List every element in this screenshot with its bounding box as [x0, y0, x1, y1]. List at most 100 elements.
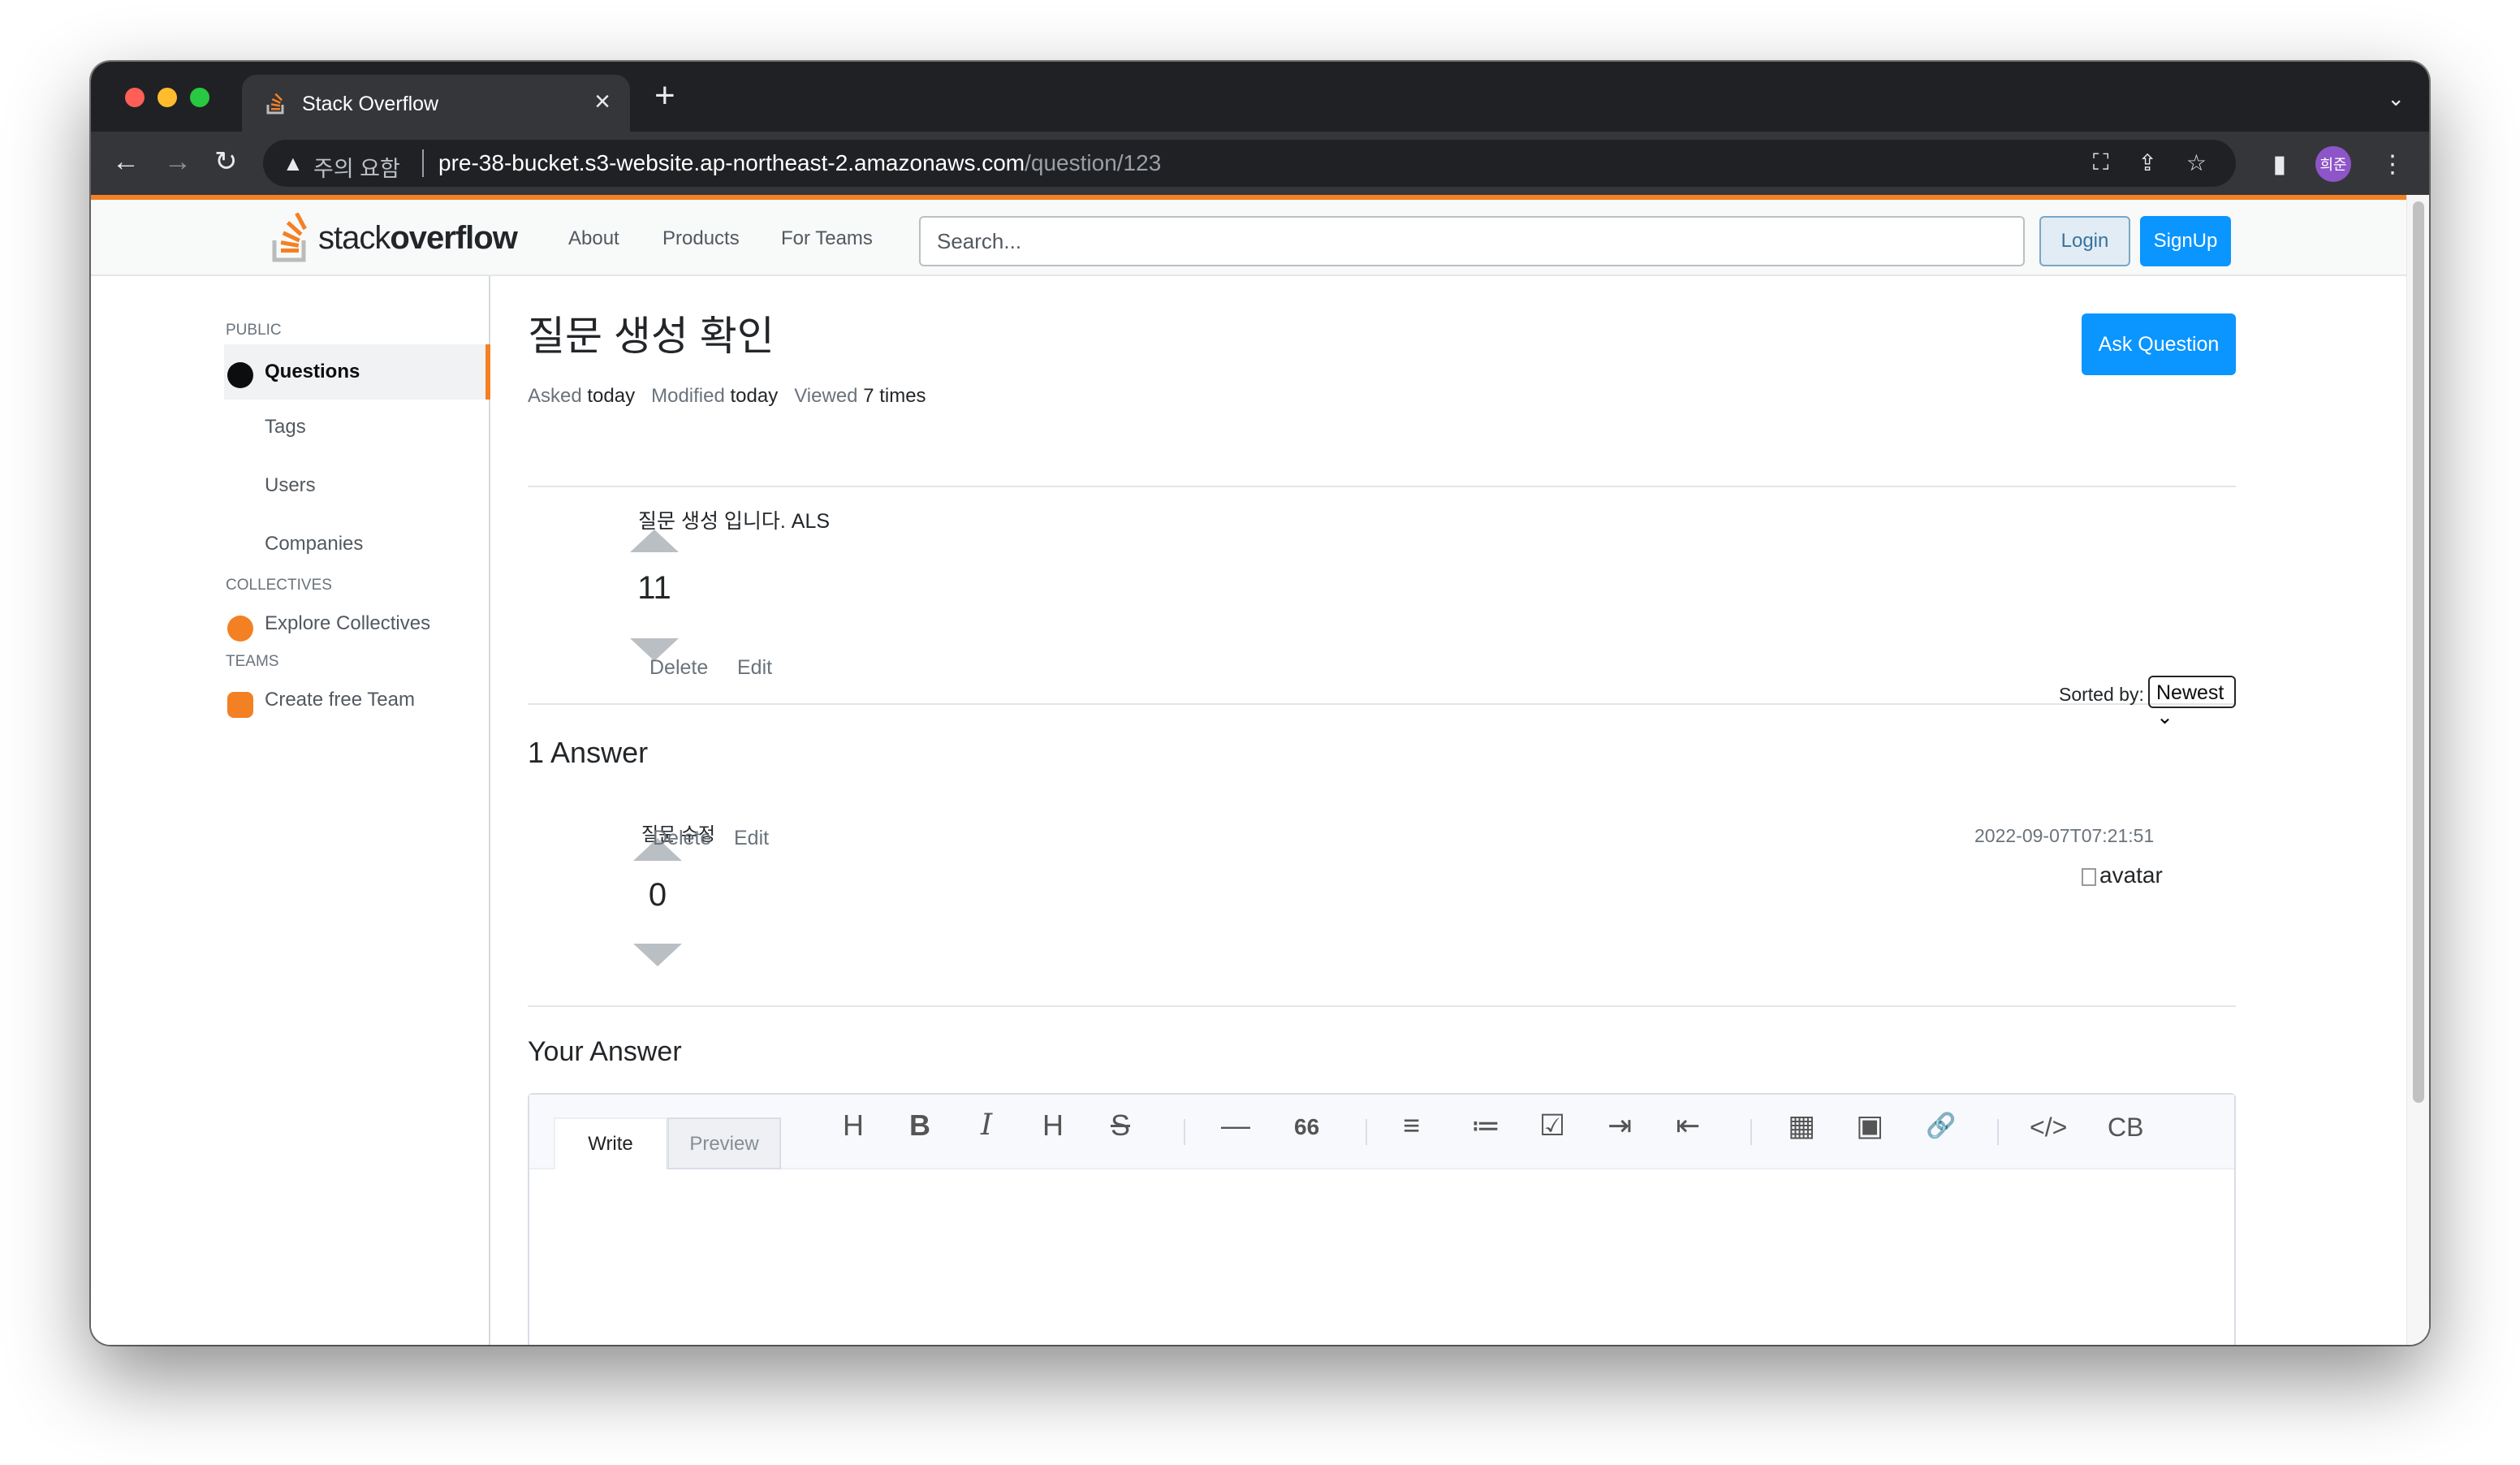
task-list-icon[interactable]: ☑: [1539, 1111, 1565, 1140]
indent-icon[interactable]: ⇥: [1607, 1111, 1632, 1140]
toolbar-separator: [1366, 1119, 1367, 1145]
forward-arrow-icon[interactable]: →: [164, 148, 192, 175]
collectives-star-icon: [227, 616, 253, 642]
new-tab-button[interactable]: +: [654, 78, 675, 114]
toolbar-right-actions: ▮ 희준 ⋮: [2272, 146, 2405, 182]
toolbar-separator: [1750, 1119, 1752, 1145]
outdent-icon[interactable]: ⇤: [1676, 1111, 1700, 1140]
address-separator: [422, 149, 424, 177]
tab-preview[interactable]: Preview: [667, 1117, 781, 1169]
answer-vote-count: 0: [648, 877, 667, 913]
sidebar-item-questions[interactable]: Questions: [265, 361, 360, 383]
answer-downvote-button[interactable]: [633, 944, 682, 966]
scrollbar-thumb[interactable]: [2413, 201, 2424, 1103]
nav-products[interactable]: Products: [662, 227, 740, 250]
sidebar-heading-collectives: COLLECTIVES: [226, 577, 332, 594]
globe-icon: [227, 362, 253, 388]
tab-write[interactable]: Write: [554, 1117, 667, 1169]
question-edit-link[interactable]: Edit: [737, 656, 772, 680]
sidebar-heading-public: PUBLIC: [226, 322, 282, 339]
horizontal-rule-icon[interactable]: —: [1221, 1111, 1250, 1140]
answer-timestamp: 2022-09-07T07:21:51: [1974, 825, 2155, 846]
profile-avatar[interactable]: 희준: [2315, 146, 2351, 182]
url-text[interactable]: pre-38-bucket.s3-website.ap-northeast-2.…: [438, 150, 1161, 176]
side-panel-icon[interactable]: ▮: [2272, 150, 2286, 179]
sidebar-item-users[interactable]: Users: [265, 474, 316, 497]
markdown-editor[interactable]: Write Preview H B I H S — 66 ≡ ≔ ☑ ⇥ ⇤ ▦…: [528, 1093, 2236, 1345]
answer-delete-link[interactable]: Delete: [653, 827, 711, 850]
page-scrollbar[interactable]: [2406, 195, 2429, 1345]
sidebar-item-tags[interactable]: Tags: [265, 416, 306, 439]
translate-icon[interactable]: ⛶: [2093, 149, 2109, 176]
title-bar: Stack Overflow × + ⌄: [91, 62, 2429, 132]
question-title: 질문 생성 확인: [528, 313, 775, 359]
address-bar[interactable]: ▲ 주의 요함 pre-38-bucket.s3-website.ap-nort…: [263, 140, 2236, 187]
stackoverflow-favicon-icon: [266, 93, 284, 115]
share-icon[interactable]: ⇪: [2138, 149, 2156, 176]
login-button[interactable]: Login: [2039, 216, 2130, 266]
question-vote-count: 11: [637, 570, 671, 606]
reload-icon[interactable]: ↻: [214, 148, 238, 175]
minimize-window-button[interactable]: [158, 88, 177, 107]
warning-triangle-icon[interactable]: ▲: [283, 151, 304, 176]
toolbar-separator: [1997, 1119, 1999, 1145]
stackoverflow-logo-icon: [272, 213, 307, 262]
heading-icon[interactable]: H: [843, 1111, 864, 1140]
close-window-button[interactable]: [125, 88, 145, 107]
nav-about[interactable]: About: [568, 227, 619, 250]
sidebar-item-create-team[interactable]: Create free Team: [265, 689, 415, 711]
question-meta: Asked today Modified today Viewed 7 time…: [528, 385, 926, 407]
logo-text: stackoverflow: [318, 219, 518, 256]
chevron-down-icon: ⌄: [2156, 706, 2173, 728]
tab-search-chevron-icon[interactable]: ⌄: [2387, 86, 2405, 111]
heading-alt-icon[interactable]: H: [1042, 1111, 1064, 1140]
answer-edit-link[interactable]: Edit: [734, 827, 769, 850]
bookmark-star-icon[interactable]: ☆: [2186, 149, 2207, 176]
browser-window: Stack Overflow × + ⌄ ← → ↻ ▲ 주의 요함 pre-3…: [91, 62, 2429, 1345]
ask-question-button[interactable]: Ask Question: [2082, 313, 2236, 375]
divider: [528, 1005, 2236, 1007]
sidebar-item-explore-collectives[interactable]: Explore Collectives: [265, 612, 430, 635]
link-icon[interactable]: 🔗: [1926, 1114, 1956, 1139]
not-secure-label[interactable]: 주의 요함: [313, 151, 400, 183]
divider: [528, 703, 2236, 705]
sorted-by-label: Sorted by:: [2059, 684, 2144, 705]
italic-icon[interactable]: I: [981, 1111, 992, 1140]
broken-image-icon: [2082, 867, 2096, 886]
web-page: stackoverflow About Products For Teams S…: [91, 195, 2429, 1345]
site-logo[interactable]: stackoverflow: [271, 211, 518, 265]
strikethrough-icon[interactable]: S: [1111, 1111, 1130, 1140]
search-input[interactable]: Search...: [919, 216, 2025, 266]
browser-toolbar: ← → ↻ ▲ 주의 요함 pre-38-bucket.s3-website.a…: [91, 132, 2429, 195]
site-header: stackoverflow About Products For Teams S…: [91, 200, 2406, 276]
address-bar-actions: ⛶ ⇪ ☆: [2093, 149, 2207, 176]
browser-tab[interactable]: Stack Overflow ×: [242, 75, 630, 132]
sidebar-heading-teams: TEAMS: [226, 653, 279, 670]
sort-select[interactable]: Newest ⌄: [2148, 676, 2236, 728]
tab-title: Stack Overflow: [302, 93, 439, 115]
quote-icon[interactable]: 66: [1294, 1116, 1319, 1139]
question-body: 질문 생성 입니다. ALS: [638, 510, 831, 533]
sidebar-item-companies[interactable]: Companies: [265, 533, 363, 555]
code-icon[interactable]: </>: [2030, 1114, 2067, 1140]
question-delete-link[interactable]: Delete: [649, 656, 708, 680]
image-icon[interactable]: ▣: [1856, 1111, 1884, 1140]
bullet-list-icon[interactable]: ≡: [1403, 1111, 1420, 1140]
nav-for-teams[interactable]: For Teams: [781, 227, 873, 250]
more-menu-icon[interactable]: ⋮: [2380, 150, 2405, 179]
zoom-window-button[interactable]: [190, 88, 209, 107]
left-sidebar: PUBLIC Questions Tags Users Companies CO…: [91, 276, 490, 1345]
back-arrow-icon[interactable]: ←: [112, 148, 140, 175]
table-icon[interactable]: ▦: [1788, 1111, 1815, 1140]
your-answer-heading: Your Answer: [528, 1036, 682, 1067]
numbered-list-icon[interactable]: ≔: [1471, 1111, 1500, 1140]
teams-briefcase-icon: [227, 692, 253, 718]
tab-close-icon[interactable]: ×: [594, 88, 611, 115]
divider: [528, 486, 2236, 487]
code-block-icon[interactable]: CB: [2108, 1114, 2143, 1140]
bold-icon[interactable]: B: [909, 1111, 930, 1140]
toolbar-separator: [1184, 1119, 1185, 1145]
answers-count-heading: 1 Answer: [528, 736, 649, 769]
signup-button[interactable]: SignUp: [2140, 216, 2231, 266]
editor-toolbar: Write Preview H B I H S — 66 ≡ ≔ ☑ ⇥ ⇤ ▦…: [529, 1095, 2234, 1169]
